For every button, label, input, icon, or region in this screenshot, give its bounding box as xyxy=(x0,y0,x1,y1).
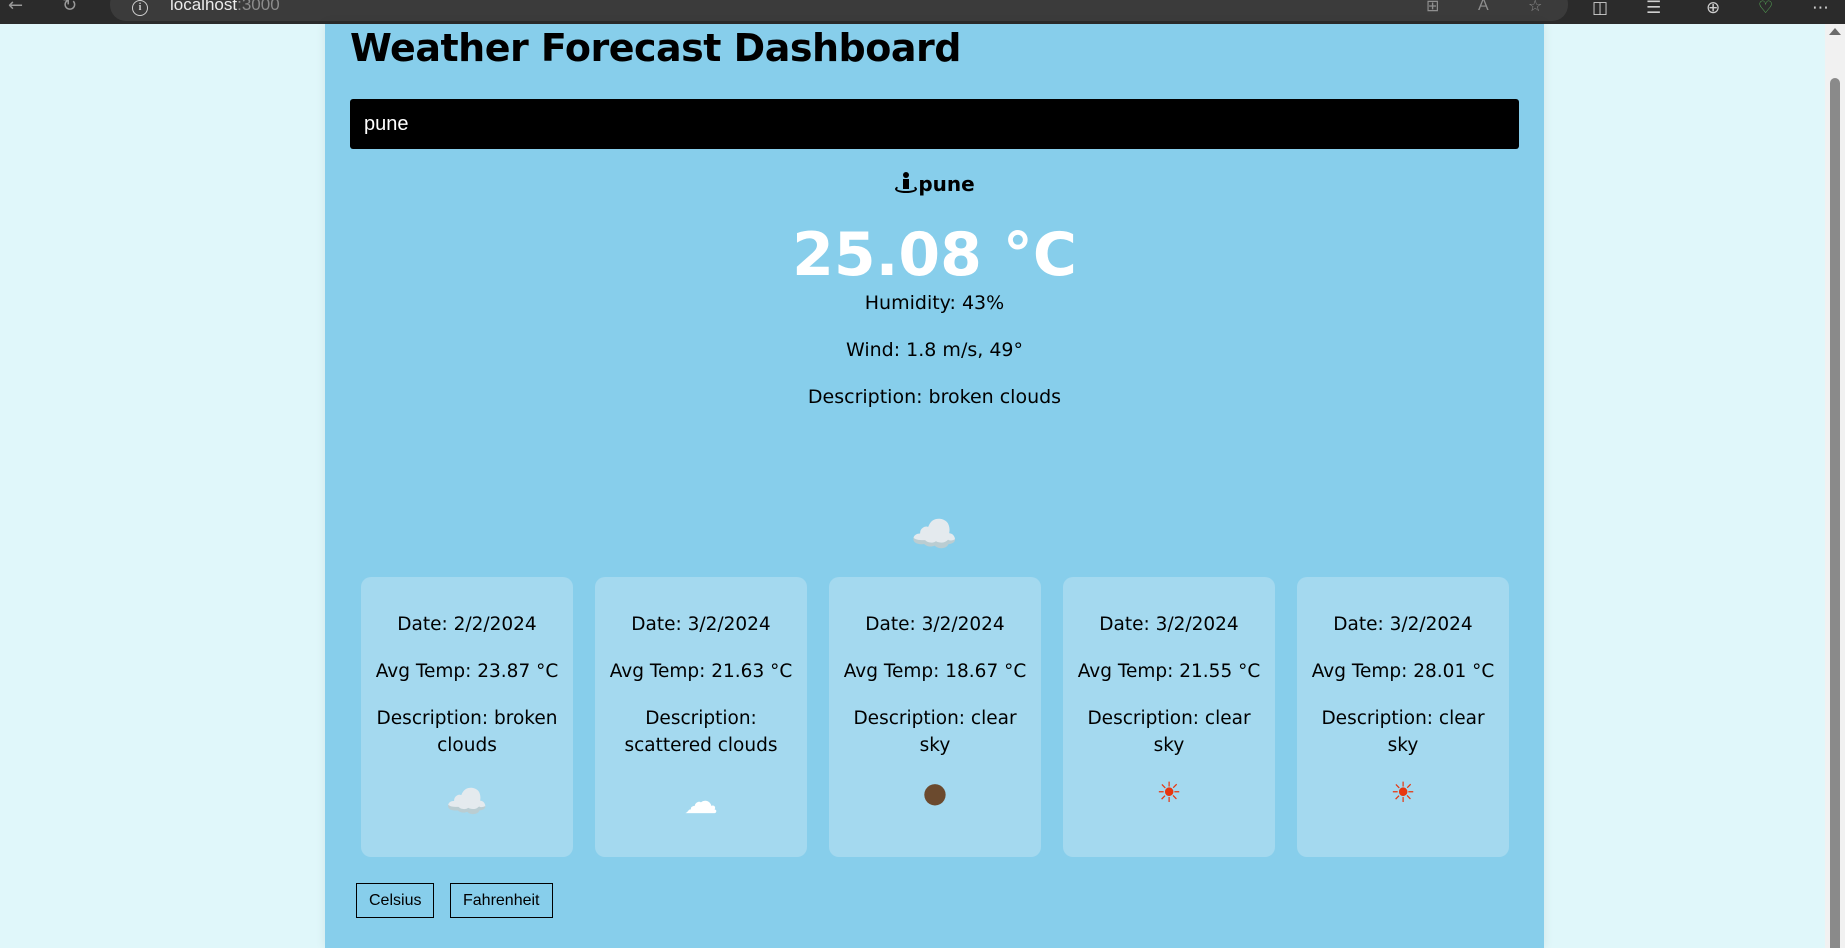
current-city: pune xyxy=(325,170,1544,198)
more-menu-icon[interactable]: ⋯ xyxy=(1812,0,1829,17)
forecast-avg-temp: Avg Temp: 21.63 °C xyxy=(609,661,793,682)
forecast-description: Description: scattered clouds xyxy=(624,708,778,756)
clear-sky-night-icon: ● xyxy=(922,776,948,809)
clear-sky-sun-icon: ☀ xyxy=(1390,776,1416,809)
favorite-star-icon[interactable]: ☆ xyxy=(1528,0,1542,14)
current-humidity: Humidity: 43% xyxy=(864,292,1005,314)
page-title: Weather Forecast Dashboard xyxy=(350,26,961,70)
location-pin-icon xyxy=(894,171,918,195)
browser-essentials-icon[interactable]: ♡ xyxy=(1758,0,1773,17)
favorites-icon[interactable]: ☰ xyxy=(1646,0,1661,17)
forecast-card: Date: 2/2/2024 Avg Temp: 23.87 °C Descri… xyxy=(361,577,573,857)
current-temperature: 25.08 °C xyxy=(792,220,1077,290)
read-aloud-icon[interactable]: A xyxy=(1478,0,1489,14)
site-info-icon[interactable]: i xyxy=(132,0,148,16)
broken-clouds-icon: ☁️ xyxy=(910,512,959,556)
forecast-description: Description: broken clouds xyxy=(376,708,558,756)
browser-toolbar: ← ↻ i localhost:3000 ⊞ A ☆ ◫ ☰ ⊕ ♡ ⋯ xyxy=(0,0,1845,24)
forecast-description: Description: clear sky xyxy=(1087,708,1251,756)
forecast-date: Date: 3/2/2024 xyxy=(1333,614,1473,635)
collections-icon[interactable]: ⊕ xyxy=(1706,0,1720,17)
back-arrow-icon[interactable]: ← xyxy=(8,0,23,15)
current-description: Description: broken clouds xyxy=(807,386,1062,408)
scattered-clouds-icon: ☁ xyxy=(684,782,718,822)
forecast-date: Date: 3/2/2024 xyxy=(1099,614,1239,635)
page-scrollbar[interactable] xyxy=(1825,24,1845,948)
scroll-up-arrow-icon[interactable] xyxy=(1829,28,1841,35)
forecast-card: Date: 3/2/2024 Avg Temp: 28.01 °C Descri… xyxy=(1297,577,1509,857)
broken-clouds-icon: ☁️ xyxy=(445,782,489,822)
forecast-date: Date: 2/2/2024 xyxy=(397,614,537,635)
forecast-avg-temp: Avg Temp: 18.67 °C xyxy=(843,661,1027,682)
reload-icon[interactable]: ↻ xyxy=(62,0,77,15)
forecast-list: Date: 2/2/2024 Avg Temp: 23.87 °C Descri… xyxy=(361,577,1509,857)
forecast-card: Date: 3/2/2024 Avg Temp: 21.55 °C Descri… xyxy=(1063,577,1275,857)
clear-sky-sun-icon: ☀ xyxy=(1156,776,1182,809)
dashboard-panel: Weather Forecast Dashboard pune 25.08 °C… xyxy=(325,24,1544,948)
app-available-icon[interactable]: ⊞ xyxy=(1426,0,1439,14)
current-wind: Wind: 1.8 m/s, 49° xyxy=(845,339,1023,361)
scrollbar-thumb[interactable] xyxy=(1830,78,1840,948)
forecast-avg-temp: Avg Temp: 28.01 °C xyxy=(1311,661,1495,682)
forecast-date: Date: 3/2/2024 xyxy=(865,614,1005,635)
city-name: pune xyxy=(918,172,975,196)
city-search-input[interactable] xyxy=(350,99,1519,149)
split-screen-icon[interactable]: ◫ xyxy=(1592,0,1608,17)
celsius-button[interactable]: Celsius xyxy=(356,883,435,918)
forecast-card: Date: 3/2/2024 Avg Temp: 18.67 °C Descri… xyxy=(829,577,1041,857)
fahrenheit-button[interactable]: Fahrenheit xyxy=(450,883,553,918)
address-bar[interactable]: i localhost:3000 ⊞ A ☆ xyxy=(110,0,1568,21)
forecast-date: Date: 3/2/2024 xyxy=(631,614,771,635)
forecast-description: Description: clear sky xyxy=(1321,708,1485,756)
address-url[interactable]: localhost:3000 xyxy=(170,0,280,13)
forecast-description: Description: clear sky xyxy=(853,708,1017,756)
forecast-card: Date: 3/2/2024 Avg Temp: 21.63 °C Descri… xyxy=(595,577,807,857)
forecast-avg-temp: Avg Temp: 21.55 °C xyxy=(1077,661,1261,682)
forecast-avg-temp: Avg Temp: 23.87 °C xyxy=(375,661,559,682)
